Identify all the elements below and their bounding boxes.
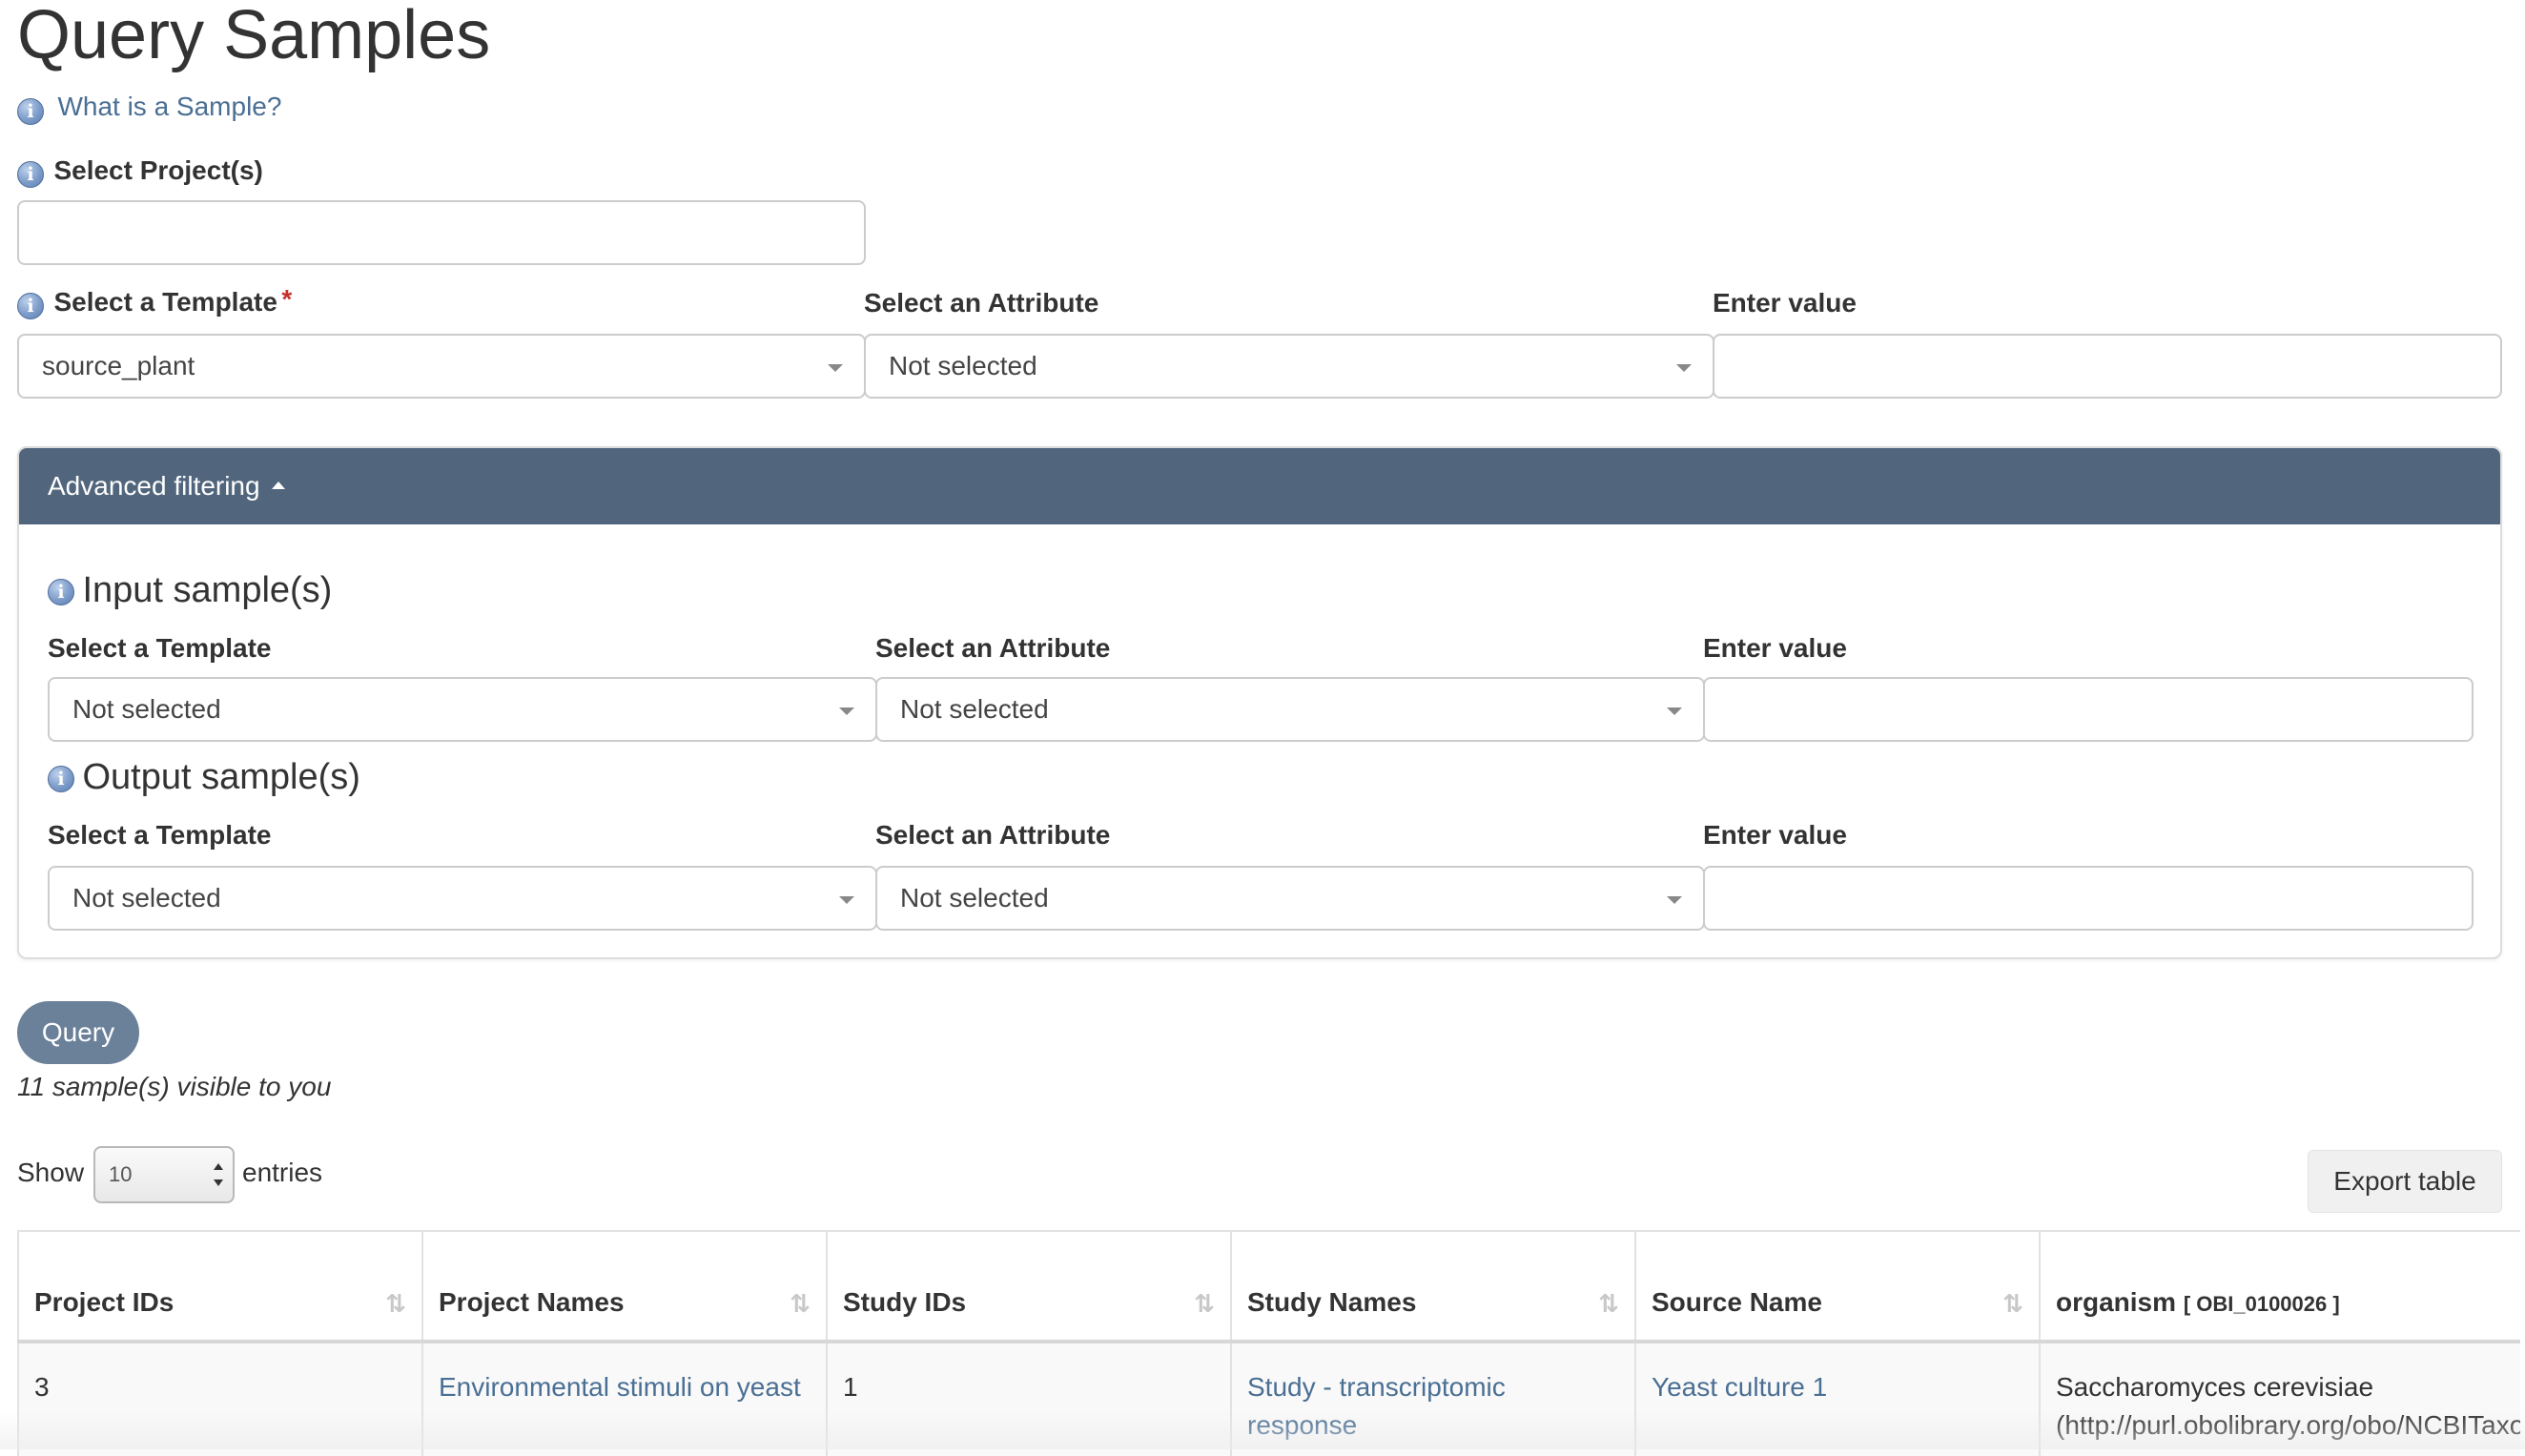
- template-select[interactable]: source_plant: [17, 334, 866, 399]
- column-header-source-name[interactable]: Source Name ⇅: [1634, 1230, 2041, 1343]
- output-value-label: Enter value: [1703, 820, 1847, 850]
- input-template-label: Select a Template: [48, 633, 272, 663]
- info-icon[interactable]: i: [17, 293, 44, 319]
- what-is-sample-link[interactable]: What is a Sample?: [57, 92, 281, 121]
- input-samples-heading: i Input sample(s): [48, 570, 332, 611]
- chevron-down-icon: [839, 707, 854, 715]
- attribute-select[interactable]: Not selected: [864, 334, 1714, 399]
- caret-up-icon: [271, 481, 285, 489]
- advanced-filtering-panel: Advanced filtering i Input sample(s) Sel…: [17, 446, 2502, 959]
- input-attribute-select[interactable]: Not selected: [875, 677, 1705, 742]
- required-mark: *: [281, 284, 293, 314]
- input-template-select[interactable]: Not selected: [48, 677, 877, 742]
- chevron-down-icon: [1667, 707, 1682, 715]
- chevron-down-icon: [839, 896, 854, 904]
- entries-per-page-value: 10: [109, 1162, 133, 1186]
- input-samples-title: Input sample(s): [82, 570, 333, 610]
- column-header-label: Project Names: [439, 1287, 625, 1317]
- output-samples-title: Output sample(s): [82, 757, 360, 797]
- sort-icon[interactable]: ⇅: [1598, 1289, 1619, 1319]
- column-header-organism[interactable]: organism [ OBI_0100026 ]: [2039, 1230, 2520, 1343]
- help-row: i What is a Sample?: [17, 92, 281, 128]
- advanced-filtering-label: Advanced filtering: [48, 471, 260, 501]
- sample-link[interactable]: Yeast culture 1: [1652, 1372, 1827, 1402]
- attribute-select-value: Not selected: [889, 351, 1037, 380]
- input-value-input[interactable]: [1703, 677, 2474, 742]
- select-attribute-label: Select an Attribute: [864, 288, 1099, 318]
- input-template-value: Not selected: [72, 694, 221, 724]
- up-down-arrows-icon: [214, 1163, 223, 1186]
- entries-per-page-select[interactable]: 10: [93, 1146, 235, 1203]
- ontology-id: [ OBI_0100026 ]: [2183, 1292, 2340, 1316]
- query-button[interactable]: Query: [17, 1001, 139, 1064]
- advanced-filtering-toggle[interactable]: Advanced filtering: [19, 448, 2500, 524]
- chevron-down-icon: [1676, 364, 1692, 372]
- column-header-label: Project IDs: [34, 1287, 174, 1317]
- info-icon: i: [17, 98, 44, 125]
- sort-icon[interactable]: ⇅: [1194, 1289, 1215, 1319]
- bottom-shadow: [0, 1411, 2525, 1449]
- column-header-label: Study IDs: [843, 1287, 967, 1317]
- column-header-label: Study Names: [1247, 1287, 1417, 1317]
- page-title: Query Samples: [17, 0, 491, 73]
- sort-icon[interactable]: ⇅: [790, 1289, 811, 1319]
- info-icon[interactable]: i: [48, 766, 74, 792]
- project-label-row: i Select Project(s): [17, 155, 263, 188]
- output-template-select[interactable]: Not selected: [48, 866, 877, 931]
- chevron-down-icon: [828, 364, 843, 372]
- select-template-label: Select a Template: [53, 287, 277, 317]
- template-select-value: source_plant: [42, 351, 195, 380]
- template-label-row: i Select a Template *: [17, 284, 292, 319]
- entries-label: entries: [242, 1158, 323, 1187]
- enter-value-label: Enter value: [1713, 288, 1857, 318]
- output-template-value: Not selected: [72, 883, 221, 913]
- sort-icon[interactable]: ⇅: [2002, 1289, 2023, 1319]
- output-attribute-label: Select an Attribute: [875, 820, 1111, 850]
- column-header-label: organism: [2056, 1287, 2177, 1317]
- output-attribute-select[interactable]: Not selected: [875, 866, 1705, 931]
- output-samples-heading: i Output sample(s): [48, 757, 360, 798]
- sort-icon[interactable]: ⇅: [385, 1289, 406, 1319]
- column-header-study-ids[interactable]: Study IDs ⇅: [826, 1230, 1232, 1343]
- column-header-project-names[interactable]: Project Names ⇅: [421, 1230, 828, 1343]
- output-value-input[interactable]: [1703, 866, 2474, 931]
- output-attribute-value: Not selected: [900, 883, 1049, 913]
- project-link[interactable]: Environmental stimuli on yeast: [439, 1372, 801, 1402]
- result-count: 11 sample(s) visible to you: [17, 1072, 332, 1101]
- column-header-study-names[interactable]: Study Names ⇅: [1230, 1230, 1636, 1343]
- project-select-input[interactable]: [17, 200, 866, 265]
- input-value-label: Enter value: [1703, 633, 1847, 663]
- show-label: Show: [17, 1158, 85, 1187]
- column-header-project-ids[interactable]: Project IDs ⇅: [17, 1230, 423, 1343]
- export-table-button[interactable]: Export table: [2308, 1150, 2502, 1213]
- input-attribute-label: Select an Attribute: [875, 633, 1111, 663]
- output-template-label: Select a Template: [48, 820, 272, 850]
- select-projects-label: Select Project(s): [53, 155, 263, 185]
- table-header-row: Project IDs ⇅ Project Names ⇅ Study IDs …: [17, 1230, 2520, 1343]
- column-header-label: Source Name: [1652, 1287, 1822, 1317]
- info-icon[interactable]: i: [48, 579, 74, 605]
- info-icon[interactable]: i: [17, 161, 44, 188]
- chevron-down-icon: [1667, 896, 1682, 904]
- input-attribute-value: Not selected: [900, 694, 1049, 724]
- value-input[interactable]: [1713, 334, 2502, 399]
